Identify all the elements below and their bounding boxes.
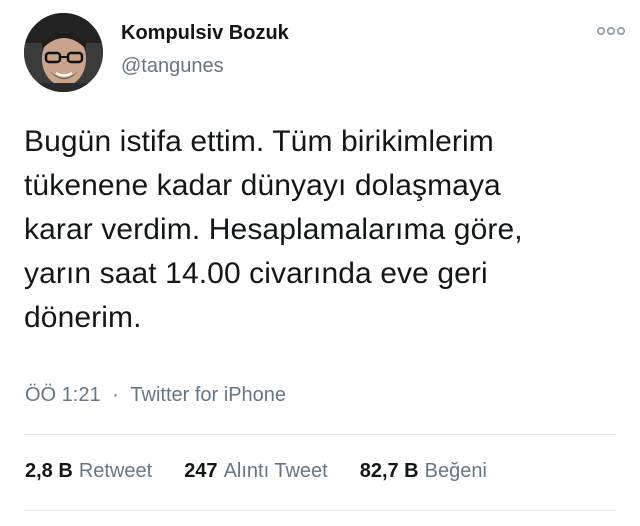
user-handle[interactable]: @tangunes <box>121 55 224 78</box>
quote-count: 247 <box>184 460 218 482</box>
divider <box>24 510 616 511</box>
like-label: Beğeni <box>424 460 487 482</box>
user-avatar-icon <box>24 13 103 92</box>
meta-separator: · <box>112 384 119 406</box>
tweet-text: Bugün istifa ettim. Tüm birikimlerim tük… <box>24 125 523 334</box>
tweet-card: Kompulsiv Bozuk @tangunes Bugün istifa e… <box>0 0 640 526</box>
quote-label: Alıntı Tweet <box>223 460 328 482</box>
divider <box>24 434 616 435</box>
tweet-meta: ÖÖ 1:21 · Twitter for iPhone <box>25 384 286 407</box>
retweet-label: Retweet <box>78 460 153 482</box>
retweet-stat[interactable]: 2,8 B Retweet <box>25 460 152 483</box>
tweet-source[interactable]: Twitter for iPhone <box>130 384 286 407</box>
quote-stat[interactable]: 247 Alıntı Tweet <box>184 460 328 483</box>
like-stat[interactable]: 82,7 B Beğeni <box>360 460 487 483</box>
more-options-icon[interactable] <box>596 24 626 36</box>
tweet-time[interactable]: ÖÖ 1:21 <box>25 384 101 407</box>
display-name[interactable]: Kompulsiv Bozuk <box>121 22 289 45</box>
avatar[interactable] <box>24 13 103 92</box>
like-count: 82,7 B <box>359 460 419 482</box>
retweet-count: 2,8 B <box>25 460 73 482</box>
tweet-stats: 2,8 B Retweet 247 Alıntı Tweet 82,7 B Be… <box>25 460 487 483</box>
